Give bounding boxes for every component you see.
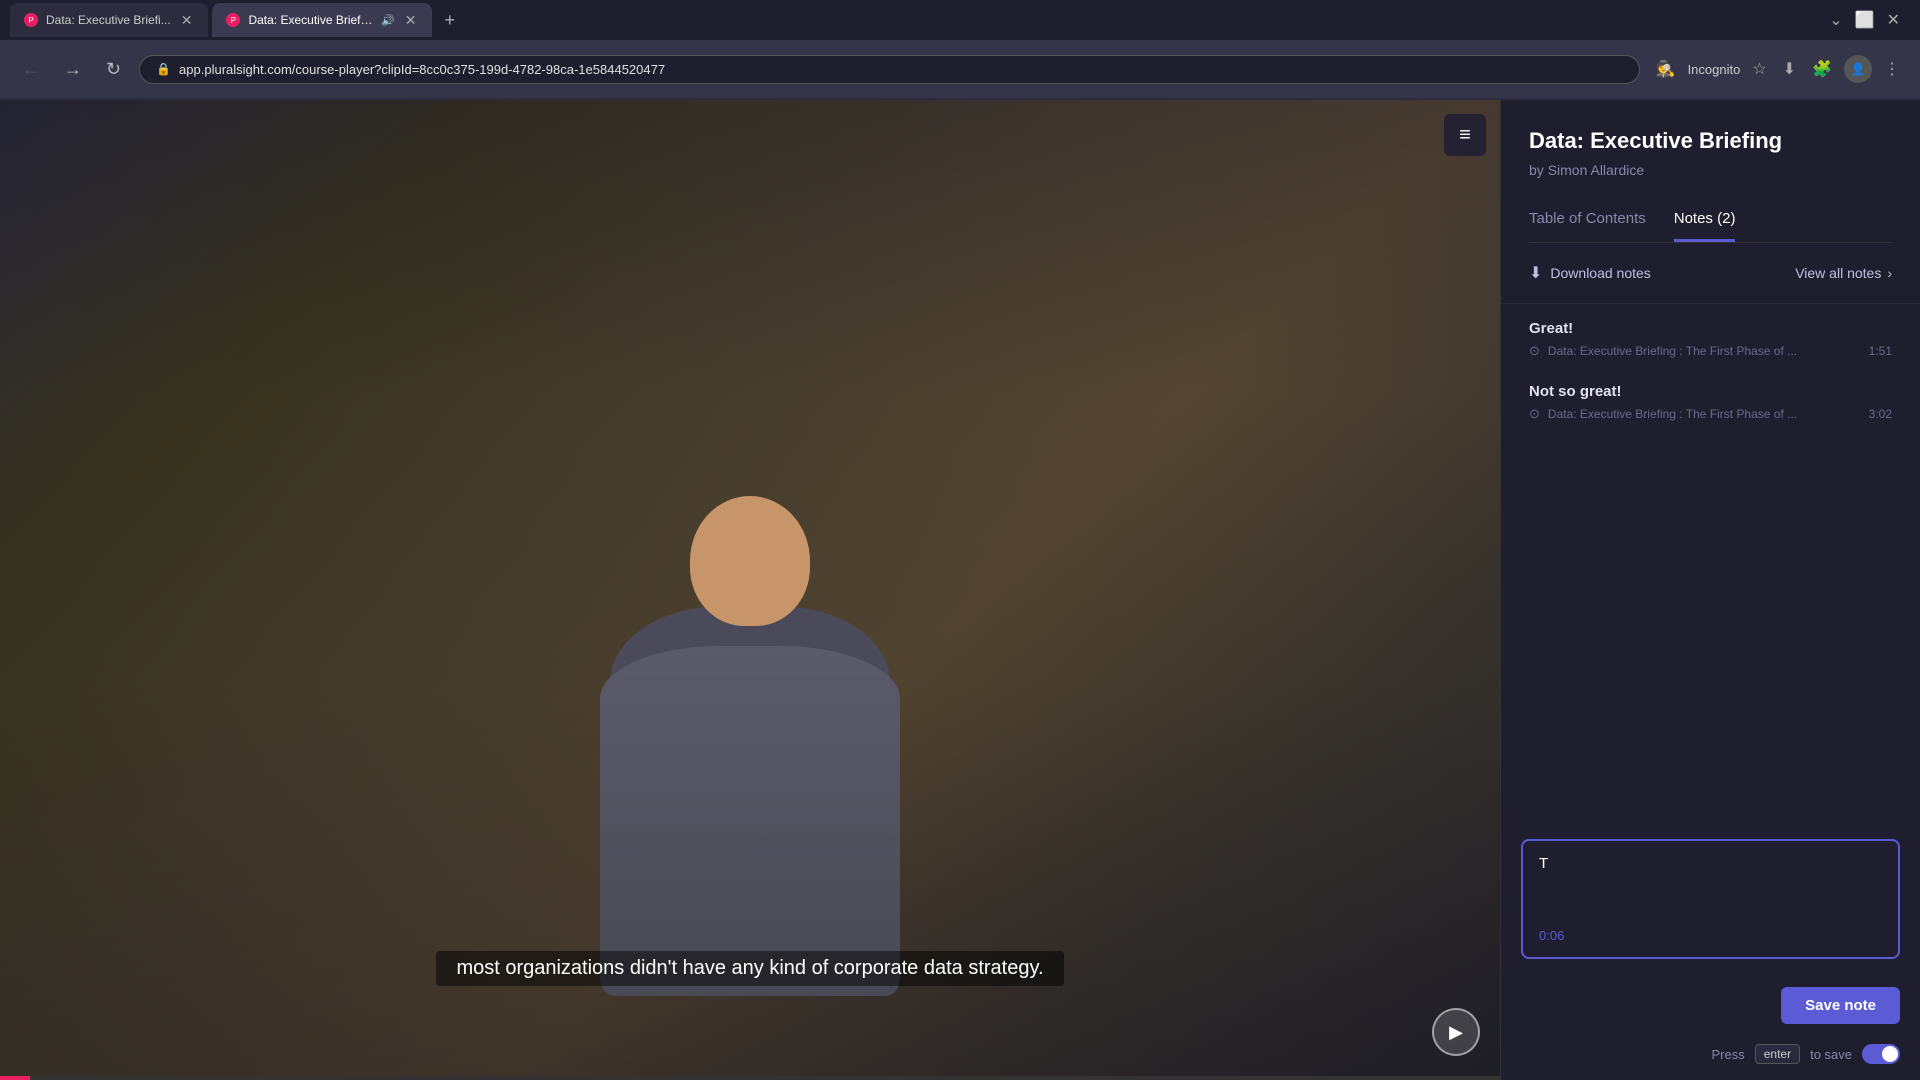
notes-tab-label: Notes (2) <box>1674 210 1736 227</box>
to-save-text: to save <box>1810 1047 1852 1062</box>
notes-list: Great! ⊙ Data: Executive Briefing : The … <box>1501 304 1920 839</box>
lock-icon: 🔒 <box>156 62 171 76</box>
nav-bar: ← → ↻ 🔒 app.pluralsight.com/course-playe… <box>0 40 1920 98</box>
back-button[interactable]: ← <box>16 55 46 84</box>
tab-favicon-1: P <box>24 13 38 27</box>
hamburger-icon: ≡ <box>1459 124 1471 147</box>
tab-table-of-contents[interactable]: Table of Contents <box>1529 198 1646 242</box>
download-notes-button[interactable]: ⬇ Download notes <box>1529 263 1651 283</box>
address-text: app.pluralsight.com/course-player?clipId… <box>179 62 665 77</box>
minimize-icon[interactable]: ⌄ <box>1829 10 1842 30</box>
extension-button[interactable]: 🧩 <box>1808 55 1836 83</box>
tab-favicon-2: P <box>226 13 240 27</box>
new-tab-button[interactable]: + <box>436 6 463 35</box>
tab-title-1: Data: Executive Briefi... <box>46 13 171 27</box>
incognito-label: Incognito <box>1688 62 1741 77</box>
play-circle-icon-2: ⊙ <box>1529 406 1540 422</box>
person-head <box>690 496 810 626</box>
nav-actions: 🕵 Incognito ☆ ⬇ 🧩 👤 ⋮ <box>1652 55 1904 83</box>
title-bar: P Data: Executive Briefi... ✕ P Data: Ex… <box>0 0 1920 40</box>
sidebar: Data: Executive Briefing by Simon Allard… <box>1500 100 1920 1080</box>
sidebar-actions: ⬇ Download notes View all notes › <box>1501 243 1920 304</box>
author-name: Simon Allardice <box>1548 162 1645 178</box>
toggle-knob <box>1882 1046 1898 1062</box>
tab-notes[interactable]: Notes (2) <box>1674 198 1736 242</box>
note-time-1: 1:51 <box>1869 344 1892 358</box>
main-content: ≡ most organizations didn't have any kin… <box>0 100 1920 1080</box>
video-background <box>0 100 1500 1076</box>
browser-chrome: P Data: Executive Briefi... ✕ P Data: Ex… <box>0 0 1920 100</box>
course-author: by Simon Allardice <box>1529 162 1892 178</box>
sidebar-tabs: Table of Contents Notes (2) <box>1529 198 1892 243</box>
note-clip-2: Data: Executive Briefing : The First Pha… <box>1548 407 1797 421</box>
reload-button[interactable]: ↻ <box>100 55 127 84</box>
press-text: Press <box>1711 1047 1744 1062</box>
enter-to-save-toggle[interactable] <box>1862 1044 1900 1064</box>
close-window-icon[interactable]: ✕ <box>1887 10 1900 30</box>
note-input-area: T 0:06 <box>1521 839 1900 959</box>
save-note-button[interactable]: Save note <box>1781 987 1900 1024</box>
note-text-1: Great! <box>1529 320 1892 337</box>
incognito-icon: 🕵 <box>1656 61 1676 78</box>
note-time-2: 3:02 <box>1869 407 1892 421</box>
chevron-right-icon: › <box>1887 265 1892 281</box>
tab-mute-icon[interactable]: 🔊 <box>381 14 395 27</box>
download-button[interactable]: ⬇ <box>1779 55 1800 83</box>
person-silhouette <box>560 496 940 1016</box>
download-notes-label: Download notes <box>1550 265 1650 281</box>
subtitle-text: most organizations didn't have any kind … <box>436 951 1063 986</box>
author-prefix: by <box>1529 162 1544 178</box>
play-circle-icon-1: ⊙ <box>1529 343 1540 359</box>
view-all-notes-button[interactable]: View all notes › <box>1795 265 1892 281</box>
subtitle-bar: most organizations didn't have any kind … <box>0 941 1500 996</box>
video-player[interactable]: ≡ most organizations didn't have any kin… <box>0 100 1500 1076</box>
note-meta-1: ⊙ Data: Executive Briefing : The First P… <box>1529 343 1892 359</box>
more-button[interactable]: ⋮ <box>1880 55 1904 83</box>
profile-button[interactable]: 👤 <box>1844 55 1872 83</box>
download-notes-icon: ⬇ <box>1529 263 1542 283</box>
play-button[interactable]: ▶ <box>1432 1008 1480 1056</box>
browser-tab-2[interactable]: P Data: Executive Briefing | Plu... 🔊 ✕ <box>212 3 432 37</box>
maximize-icon[interactable]: ⬜ <box>1855 10 1875 30</box>
save-note-section: Save note <box>1501 975 1920 1036</box>
bookmark-button[interactable]: ☆ <box>1748 55 1770 83</box>
enter-key-badge: enter <box>1755 1044 1800 1064</box>
note-text-2: Not so great! <box>1529 383 1892 400</box>
tab-close-2[interactable]: ✕ <box>403 10 419 31</box>
address-bar[interactable]: 🔒 app.pluralsight.com/course-player?clip… <box>139 55 1640 84</box>
press-enter-section: Press enter to save <box>1501 1036 1920 1080</box>
tab-title-2: Data: Executive Briefing | Plu... <box>248 13 373 27</box>
sidebar-toggle-button[interactable]: ≡ <box>1444 114 1486 156</box>
tab-close-1[interactable]: ✕ <box>179 10 195 31</box>
forward-button[interactable]: → <box>58 55 88 84</box>
window-controls: ⌄ ⬜ ✕ <box>1829 10 1910 30</box>
incognito-button[interactable]: 🕵 <box>1652 55 1680 83</box>
course-title: Data: Executive Briefing <box>1529 128 1892 154</box>
note-item-1[interactable]: Great! ⊙ Data: Executive Briefing : The … <box>1529 320 1892 359</box>
view-all-label: View all notes <box>1795 265 1881 281</box>
note-timestamp: 0:06 <box>1539 928 1882 943</box>
note-clip-1: Data: Executive Briefing : The First Pha… <box>1548 344 1797 358</box>
toc-tab-label: Table of Contents <box>1529 210 1646 227</box>
sidebar-header: Data: Executive Briefing by Simon Allard… <box>1501 100 1920 198</box>
note-item-2[interactable]: Not so great! ⊙ Data: Executive Briefing… <box>1529 383 1892 422</box>
progress-fill <box>0 1076 30 1080</box>
browser-tab-1[interactable]: P Data: Executive Briefi... ✕ <box>10 3 208 37</box>
note-input[interactable]: T <box>1539 855 1882 915</box>
play-icon: ▶ <box>1449 1022 1463 1043</box>
note-meta-2: ⊙ Data: Executive Briefing : The First P… <box>1529 406 1892 422</box>
video-area: ≡ most organizations didn't have any kin… <box>0 100 1500 1080</box>
progress-bar[interactable] <box>0 1076 1500 1080</box>
